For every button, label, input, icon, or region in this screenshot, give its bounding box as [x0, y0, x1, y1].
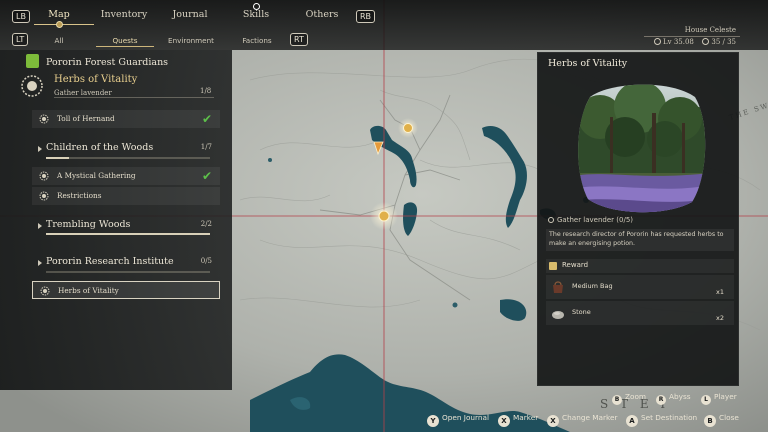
location-divider [644, 36, 740, 37]
quest-row-label: Restrictions [57, 191, 102, 200]
emblem-icon [21, 75, 43, 97]
quest-marker-icon-2[interactable] [403, 123, 413, 133]
tracked-quest-title[interactable]: Herbs of Vitality [54, 74, 137, 85]
quest-illustration [578, 84, 706, 213]
bag-icon [553, 281, 563, 293]
subtab-environment[interactable]: Environment [168, 36, 214, 45]
hint-marker[interactable]: X Marker [498, 413, 538, 427]
hint-player[interactable]: L Player [701, 392, 737, 405]
quest-row-herbs-of-vitality[interactable]: Herbs of Vitality [32, 281, 220, 299]
zoom-key-icon: B [612, 395, 622, 405]
tab-map[interactable]: Map [48, 9, 69, 20]
subtab-all[interactable]: All [55, 36, 64, 45]
category-progress: 0/5 [200, 257, 212, 265]
category-progress: 1/7 [200, 143, 212, 151]
quest-row-label: Toll of Hernand [57, 114, 115, 123]
quest-emblem-icon [39, 171, 49, 181]
rt-button-hint[interactable]: RT [290, 33, 308, 46]
y-button-icon: Y [427, 415, 439, 427]
rb-button-hint[interactable]: RB [356, 10, 376, 23]
category-progress-fill [46, 157, 69, 159]
expand-triangle-icon [38, 146, 42, 152]
location-info: House Celeste Lv 35.08 35 / 35 [644, 26, 740, 48]
tab-journal[interactable]: Journal [172, 9, 207, 20]
category-progress-bar [46, 233, 210, 235]
tab-active-underline [34, 24, 94, 25]
stone-icon [552, 311, 564, 319]
quest-row-restrictions[interactable]: Restrictions [32, 187, 220, 205]
check-icon: ✔ [201, 112, 212, 126]
hint-open-journal[interactable]: Y Open Journal [427, 413, 489, 427]
reward-item-name: Medium Bag [572, 282, 613, 290]
subtab-active-underline [96, 46, 154, 47]
detail-title: Herbs of Vitality [548, 58, 628, 69]
tab-skills[interactable]: Skills [243, 9, 269, 20]
hint-zoom[interactable]: B Zoom [612, 392, 646, 405]
count-ring-icon [702, 38, 710, 45]
reward-label: Reward [562, 261, 589, 269]
reward-item-qty: x1 [716, 288, 724, 296]
hint-close[interactable]: B Close [704, 413, 739, 427]
subtab-factions[interactable]: Factions [242, 36, 271, 45]
hint-abyss[interactable]: R Abyss [656, 392, 691, 405]
location-count: 35 / 35 [702, 38, 736, 46]
check-icon: ✔ [201, 169, 212, 183]
lb-button-hint[interactable]: LB [12, 10, 30, 23]
abyss-key-icon: R [656, 395, 666, 405]
reward-item-medium-bag: Medium Bag x1 [546, 275, 734, 299]
expand-triangle-icon [38, 223, 42, 229]
a-button-icon: A [626, 415, 638, 427]
category-progress: 2/2 [200, 220, 212, 228]
category-progress-bar [46, 157, 210, 159]
reward-item-name: Stone [572, 308, 591, 316]
quest-emblem-icon [40, 286, 50, 296]
x-button-icon-2: X [547, 415, 559, 427]
category-title: Pororin Research Institute [46, 256, 174, 267]
detail-objective: Gather lavender (0/5) [548, 216, 633, 224]
detail-description: The research director of Pororin has req… [546, 229, 734, 251]
faction-leaf-icon [26, 54, 39, 68]
lt-button-hint[interactable]: LT [12, 33, 29, 46]
location-level: Lv 35.08 [654, 38, 694, 46]
quest-emblem-icon [39, 114, 49, 124]
b-button-icon: B [704, 415, 716, 427]
quest-row-a-mystical-gathering[interactable]: A Mystical Gathering ✔ [32, 167, 220, 185]
location-name: House Celeste [684, 26, 736, 34]
tracked-quest-divider [54, 97, 214, 98]
quest-row-label: A Mystical Gathering [57, 171, 136, 180]
hint-change-marker[interactable]: X Change Marker [547, 413, 617, 427]
level-ring-icon [654, 38, 661, 45]
category-title: Children of the Woods [46, 142, 154, 153]
reward-item-qty: x2 [716, 314, 724, 322]
x-button-icon: X [498, 415, 510, 427]
player-key-icon: L [701, 395, 711, 405]
quest-row-toll-of-hernand[interactable]: Toll of Hernand ✔ [32, 110, 220, 128]
hint-set-destination[interactable]: A Set Destination [626, 413, 697, 427]
category-pororin-research-institute[interactable]: Pororin Research Institute 0/5 [32, 256, 212, 270]
quest-marker-icon[interactable] [378, 210, 390, 222]
tab-inventory[interactable]: Inventory [101, 9, 147, 20]
quest-group-title: Pororin Forest Guardians [46, 57, 169, 68]
expand-triangle-icon [38, 260, 42, 266]
quest-emblem-icon [39, 191, 49, 201]
tracked-quest-objective: Gather lavender [54, 89, 112, 97]
category-progress-fill [46, 233, 210, 235]
tab-active-dot-icon [56, 21, 63, 28]
reward-header: Reward [546, 259, 734, 273]
tracked-quest-progress: 1/8 [200, 87, 212, 95]
reward-chest-icon [549, 262, 557, 270]
tab-others[interactable]: Others [306, 9, 339, 20]
objective-ring-icon [548, 217, 554, 223]
quest-detail-panel: Herbs of Vitality Gather lavender (0/5) … [537, 52, 739, 386]
category-progress-bar [46, 271, 210, 273]
quest-row-label: Herbs of Vitality [58, 286, 119, 295]
category-children-of-the-woods[interactable]: Children of the Woods 1/7 [32, 142, 212, 156]
category-title: Trembling Woods [46, 219, 131, 230]
reward-item-stone: Stone x2 [546, 301, 734, 325]
subtab-quests[interactable]: Quests [113, 36, 138, 45]
category-trembling-woods[interactable]: Trembling Woods 2/2 [32, 219, 212, 233]
